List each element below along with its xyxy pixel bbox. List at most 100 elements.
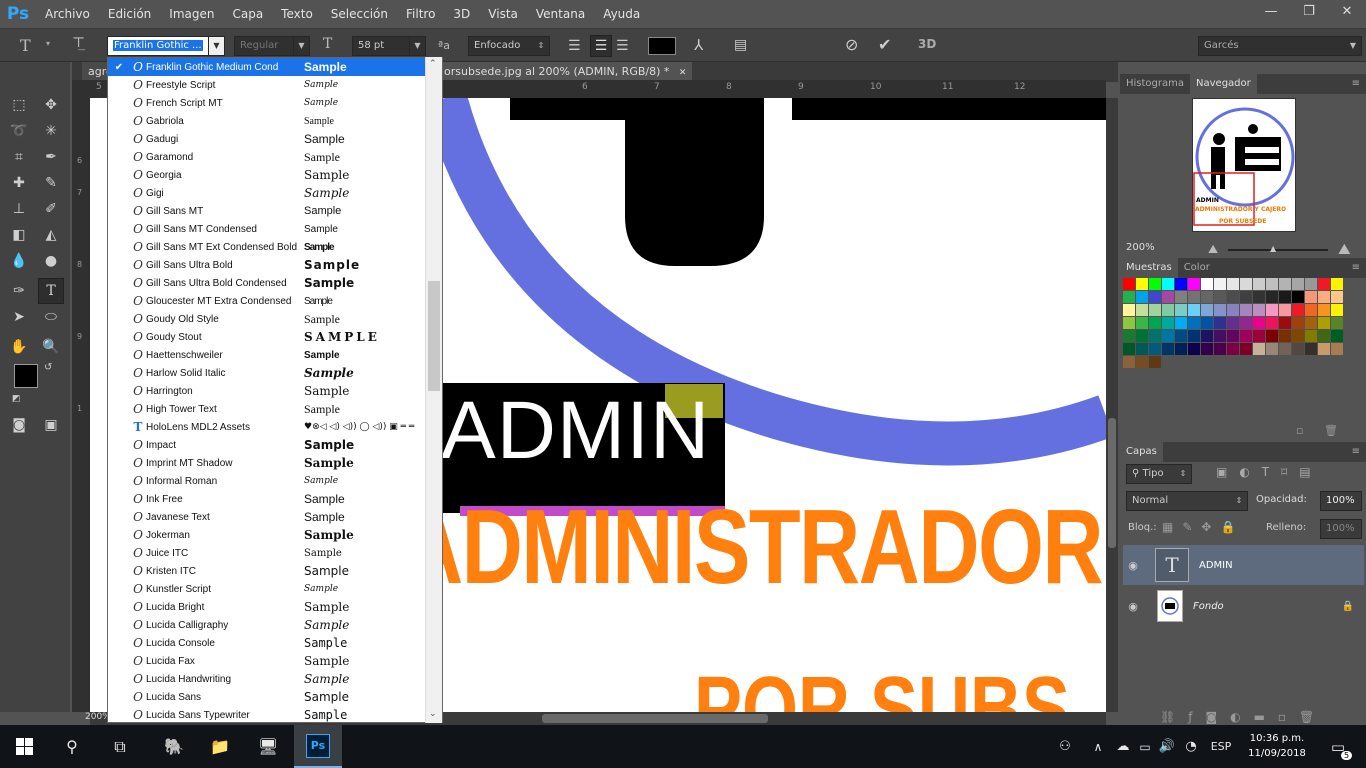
search-icon[interactable]: ⚲ bbox=[48, 725, 96, 768]
dodge-tool-icon[interactable]: ● bbox=[38, 248, 64, 274]
color-swatch[interactable] bbox=[1201, 317, 1213, 329]
ellipse-tool-icon[interactable]: ⬭ bbox=[38, 304, 64, 330]
color-swatch[interactable] bbox=[1136, 330, 1148, 342]
color-swatch[interactable] bbox=[1240, 291, 1252, 303]
tab-histograma[interactable]: Histograma bbox=[1120, 74, 1190, 94]
document-tab-active[interactable]: orsubsede.jpg al 200% (ADMIN, RGB/8) * ✕ bbox=[438, 62, 693, 82]
scroll-thumb[interactable] bbox=[428, 281, 440, 391]
clock[interactable]: 10:36 p.m. 11/09/2018 bbox=[1246, 731, 1308, 761]
type-tool-icon[interactable]: T bbox=[38, 278, 64, 304]
restore-button[interactable]: ❐ bbox=[1290, 0, 1328, 22]
brush-tool-icon[interactable]: ✎ bbox=[38, 170, 64, 196]
task-view-icon[interactable]: ⧉ bbox=[96, 725, 144, 768]
color-swatch[interactable] bbox=[1149, 356, 1161, 368]
font-list-item[interactable]: O Juice ITC Sample bbox=[108, 544, 426, 562]
updown-icon[interactable]: ⇕ bbox=[533, 37, 549, 55]
blend-mode-select[interactable]: Normal ⇕ bbox=[1126, 491, 1248, 511]
color-swatch[interactable] bbox=[1175, 291, 1187, 303]
color-swatch[interactable] bbox=[1305, 330, 1317, 342]
font-list-item[interactable]: O Lucida Fax Sample bbox=[108, 652, 426, 670]
align-center-icon[interactable]: ☰ bbox=[590, 35, 612, 57]
color-swatch[interactable] bbox=[1292, 317, 1304, 329]
color-swatch[interactable] bbox=[1162, 278, 1174, 290]
font-list-item[interactable]: O Imprint MT Shadow Sample bbox=[108, 454, 426, 472]
menu-texto[interactable]: Texto bbox=[272, 0, 322, 28]
color-swatch[interactable] bbox=[1292, 304, 1304, 316]
color-swatch[interactable] bbox=[1149, 317, 1161, 329]
font-list-item[interactable]: O Gloucester MT Extra Condensed Sample bbox=[108, 292, 426, 310]
color-swatch[interactable] bbox=[1188, 330, 1200, 342]
color-swatch[interactable] bbox=[1331, 330, 1343, 342]
toggle-orientation-icon[interactable]: ⊤̲ bbox=[72, 35, 85, 51]
layer-filter-icons[interactable]: ▣◐T⌑▤ bbox=[1216, 465, 1323, 479]
color-swatch[interactable] bbox=[1188, 317, 1200, 329]
layer-name[interactable]: ADMIN bbox=[1199, 560, 1233, 571]
color-swatch[interactable] bbox=[1201, 278, 1213, 290]
align-left-icon[interactable]: ☰ bbox=[568, 38, 581, 54]
panel-menu-icon[interactable]: ≡ bbox=[1346, 258, 1366, 278]
font-size-field[interactable]: 58 pt ▼ bbox=[352, 36, 426, 56]
font-list-item[interactable]: O Ink Free Sample bbox=[108, 490, 426, 508]
color-swatch[interactable] bbox=[1318, 291, 1330, 303]
font-list-item[interactable]: O Goudy Old Style Sample bbox=[108, 310, 426, 328]
color-swatch[interactable] bbox=[1240, 330, 1252, 342]
eraser-tool-icon[interactable]: ◧ bbox=[6, 222, 32, 248]
wifi-icon[interactable]: ◔ bbox=[1180, 725, 1202, 768]
font-list-item[interactable]: O Freestyle Script Sample bbox=[108, 76, 426, 94]
screen-mode-icon[interactable]: ▣ bbox=[38, 412, 64, 438]
color-swatch[interactable] bbox=[1162, 330, 1174, 342]
crop-tool-icon[interactable]: ⌗ bbox=[6, 144, 32, 170]
color-swatch[interactable] bbox=[1136, 278, 1148, 290]
chevron-down-icon[interactable]: ▼ bbox=[293, 37, 309, 55]
font-list-item[interactable]: O Gill Sans Ultra Bold Sample bbox=[108, 256, 426, 274]
color-swatch[interactable] bbox=[1253, 278, 1265, 290]
color-swatch[interactable] bbox=[1175, 330, 1187, 342]
zoom-tool-icon[interactable]: 🔍 bbox=[38, 334, 64, 360]
lock-icons[interactable]: ▦✎✥🔒 bbox=[1162, 520, 1244, 534]
menu-archivo[interactable]: Archivo bbox=[36, 0, 99, 28]
color-swatch[interactable] bbox=[1201, 304, 1213, 316]
color-swatch[interactable] bbox=[1318, 304, 1330, 316]
action-center-icon[interactable]: ▭ 5 bbox=[1318, 725, 1358, 768]
color-swatch[interactable] bbox=[1214, 291, 1226, 303]
color-swatch[interactable] bbox=[1266, 291, 1278, 303]
color-swatch[interactable] bbox=[1318, 317, 1330, 329]
color-swatch[interactable] bbox=[1240, 317, 1252, 329]
default-colors-icon[interactable]: ◩ bbox=[12, 394, 21, 404]
color-swatch[interactable] bbox=[1279, 291, 1291, 303]
color-swatch[interactable] bbox=[1292, 330, 1304, 342]
magic-wand-icon[interactable]: ✳ bbox=[38, 118, 64, 144]
font-list-item[interactable]: O High Tower Text Sample bbox=[108, 400, 426, 418]
color-swatch[interactable] bbox=[1227, 330, 1239, 342]
blur-tool-icon[interactable]: 💧 bbox=[6, 248, 32, 274]
panel-menu-icon[interactable]: ≡ bbox=[1346, 442, 1366, 462]
cancel-icon[interactable]: ⊘ bbox=[845, 35, 858, 54]
color-swatch[interactable] bbox=[1240, 343, 1252, 355]
align-right-icon[interactable]: ☰ bbox=[616, 38, 629, 54]
font-list-item[interactable]: O Garamond Sample bbox=[108, 148, 426, 166]
tab-muestras[interactable]: Muestras bbox=[1120, 258, 1178, 278]
font-list-item[interactable]: O Gill Sans MT Ext Condensed Bold Sample bbox=[108, 238, 426, 256]
color-swatch[interactable] bbox=[1253, 330, 1265, 342]
font-list-item[interactable]: O Informal Roman Sample bbox=[108, 472, 426, 490]
color-swatch[interactable] bbox=[1253, 317, 1265, 329]
layer-row-admin[interactable]: ◉ T ADMIN bbox=[1123, 545, 1364, 585]
menu-imagen[interactable]: Imagen bbox=[160, 0, 223, 28]
color-swatch[interactable] bbox=[1240, 278, 1252, 290]
updown-icon[interactable]: ⇕ bbox=[1175, 465, 1191, 483]
font-list-item[interactable]: O Gabriola Sample bbox=[108, 112, 426, 130]
font-list-item[interactable]: O Lucida Handwriting Sample bbox=[108, 670, 426, 688]
font-list-item[interactable]: O Kunstler Script Sample bbox=[108, 580, 426, 598]
color-swatch[interactable] bbox=[1201, 330, 1213, 342]
color-swatch[interactable] bbox=[1175, 317, 1187, 329]
color-swatch[interactable] bbox=[1279, 330, 1291, 342]
font-list-scrollbar[interactable]: ⌃ ⌄ bbox=[425, 57, 442, 723]
layer-row-fondo[interactable]: ◉ Fondo 🔒 bbox=[1123, 586, 1364, 626]
font-list-item[interactable]: O Gadugi Sample bbox=[108, 130, 426, 148]
close-icon[interactable]: ✕ bbox=[679, 68, 687, 78]
file-explorer-icon[interactable]: 📁 bbox=[196, 725, 244, 768]
color-swatch[interactable] bbox=[1214, 317, 1226, 329]
menu-filtro[interactable]: Filtro bbox=[397, 0, 444, 28]
swap-colors-icon[interactable]: ↺ bbox=[44, 362, 52, 373]
color-swatch[interactable] bbox=[1162, 317, 1174, 329]
